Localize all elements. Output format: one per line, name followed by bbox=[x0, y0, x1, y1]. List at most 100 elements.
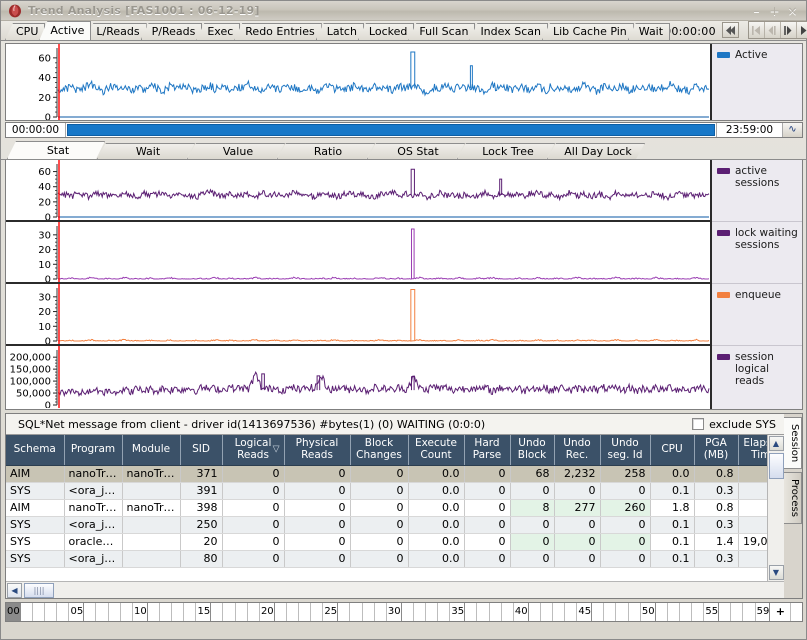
column-header-cpu[interactable]: CPU bbox=[650, 435, 695, 466]
ruler-minute-1[interactable] bbox=[21, 603, 33, 621]
detail-chart-plots[interactable]: 0 20 40 60 0 10 20 30 0 10 20 30 0 50,000 100,000 150,0… bbox=[6, 160, 710, 409]
ruler-minute-13[interactable] bbox=[172, 603, 185, 621]
ruler-minute-23[interactable] bbox=[299, 603, 312, 621]
ruler-minute-40[interactable]: 40 bbox=[514, 603, 529, 621]
ruler-minute-34[interactable] bbox=[438, 603, 451, 621]
time-range-bar[interactable]: 00:00:00 23:59:00 ∿ bbox=[5, 122, 803, 138]
ruler-minute-9[interactable] bbox=[121, 603, 133, 621]
ruler-minute-55[interactable]: 55 bbox=[704, 603, 720, 621]
ruler-minute-32[interactable] bbox=[414, 603, 427, 621]
ruler-minute-11[interactable] bbox=[148, 603, 160, 621]
ruler-minute-42[interactable] bbox=[541, 603, 553, 621]
metric-tab-redo-entries[interactable]: Redo Entries bbox=[234, 23, 322, 40]
ruler-minute-15[interactable]: 15 bbox=[196, 603, 212, 621]
column-header-preads[interactable]: Physical Reads bbox=[284, 435, 351, 466]
metric-tab-p-reads[interactable]: P/Reads bbox=[140, 23, 203, 40]
column-header-lreads[interactable]: Logical Reads ▽ bbox=[222, 435, 285, 466]
metric-tab-exec[interactable]: Exec bbox=[196, 23, 241, 40]
maximize-button[interactable]: + bbox=[769, 5, 780, 17]
ruler-minute-44[interactable] bbox=[565, 603, 578, 621]
vertical-scroll-thumb[interactable] bbox=[768, 453, 784, 479]
detail-tab-ratio[interactable]: Ratio bbox=[277, 143, 375, 159]
ruler-minute-26[interactable] bbox=[338, 603, 351, 621]
ruler-minute-22[interactable] bbox=[287, 603, 300, 621]
ruler-minute-37[interactable] bbox=[477, 603, 490, 621]
ruler-minute-43[interactable] bbox=[553, 603, 566, 621]
ruler-minute-0[interactable]: 00 bbox=[6, 603, 21, 621]
ruler-minute-7[interactable] bbox=[96, 603, 109, 621]
chart-lock-waiting-sessions[interactable]: 0 10 20 30 bbox=[6, 222, 710, 284]
metric-tab-locked[interactable]: Locked bbox=[357, 23, 415, 40]
column-header-sid[interactable]: SID bbox=[180, 435, 223, 466]
chart-session-logical-reads[interactable]: 0 50,000 100,000 150,000 200,000 bbox=[6, 346, 710, 408]
column-header-elapsed[interactable]: ElapsedTime bbox=[738, 435, 767, 466]
column-header-ublock[interactable]: Undo Block bbox=[510, 435, 555, 466]
ruler-minute-14[interactable] bbox=[184, 603, 197, 621]
column-header-useg[interactable]: Undo seg. Id bbox=[600, 435, 651, 466]
column-header-schema[interactable]: Schema bbox=[6, 435, 65, 466]
ruler-minute-49[interactable] bbox=[629, 603, 641, 621]
ruler-minute-27[interactable] bbox=[350, 603, 363, 621]
ruler-minute-28[interactable] bbox=[363, 603, 375, 621]
scroll-up-button[interactable]: ▲ bbox=[768, 436, 784, 451]
column-header-urec[interactable]: Undo Rec. bbox=[554, 435, 601, 466]
ruler-minute-31[interactable] bbox=[402, 603, 414, 621]
ruler-minute-8[interactable] bbox=[109, 603, 121, 621]
ruler-minute-54[interactable] bbox=[692, 603, 705, 621]
grid-horizontal-scrollbar[interactable]: ◀ |||| bbox=[6, 581, 784, 598]
ruler-minute-21[interactable] bbox=[275, 603, 287, 621]
column-header-program[interactable]: Program bbox=[64, 435, 123, 466]
detail-tab-os-stat[interactable]: OS Stat bbox=[367, 143, 465, 159]
exclude-sys-control[interactable]: exclude SYS bbox=[692, 418, 784, 431]
ruler-minute-16[interactable] bbox=[211, 603, 224, 621]
ruler-minute-12[interactable] bbox=[160, 603, 173, 621]
ruler-minute-29[interactable] bbox=[375, 603, 387, 621]
column-header-bchanges[interactable]: Block Changes bbox=[350, 435, 409, 466]
table-row[interactable]: SYS<ora_j…3910000.000000.10.329jobq slav… bbox=[6, 482, 767, 500]
ruler-minute-59[interactable]: 59 bbox=[756, 603, 771, 621]
ruler-minute-17[interactable] bbox=[223, 603, 236, 621]
metric-tab-full-scan[interactable]: Full Scan bbox=[408, 23, 476, 40]
last-button[interactable] bbox=[796, 22, 807, 38]
ruler-minute-47[interactable] bbox=[604, 603, 617, 621]
detail-tab-wait[interactable]: Wait bbox=[97, 143, 195, 159]
metric-tab-l-reads[interactable]: L/Reads bbox=[85, 23, 147, 40]
chart-active-sessions[interactable]: 0 20 40 60 bbox=[6, 160, 710, 222]
scroll-left-button[interactable]: ◀ bbox=[7, 582, 22, 598]
grid-vertical-scrollbar[interactable]: ▲ ▼ bbox=[767, 435, 784, 581]
ruler-minute-36[interactable] bbox=[465, 603, 478, 621]
ruler-minute-35[interactable]: 35 bbox=[450, 603, 466, 621]
table-row[interactable]: SYS<ora_j…2500000.000000.10.330jobq slav… bbox=[6, 516, 767, 534]
wave-toggle-button[interactable]: ∿ bbox=[782, 123, 802, 137]
side-tab-process[interactable]: Process bbox=[784, 472, 802, 525]
minimize-button[interactable]: – bbox=[751, 5, 762, 17]
table-row[interactable]: SYSoracle…200000.000000.11.419,05…rdbms … bbox=[6, 533, 767, 551]
table-row[interactable]: AIM nanoTr… nanoTr… 371 0 0 0 0.0 0 68 2,232 258 0.0… bbox=[6, 465, 767, 483]
ruler-minute-48[interactable] bbox=[616, 603, 629, 621]
chart-enqueue[interactable]: 0 10 20 30 bbox=[6, 284, 710, 346]
ruler-minute-57[interactable] bbox=[731, 603, 744, 621]
metric-tab-active[interactable]: Active bbox=[39, 21, 92, 40]
rewind-all-button[interactable] bbox=[721, 22, 739, 38]
column-header-module[interactable]: Module bbox=[122, 435, 181, 466]
time-range-track[interactable] bbox=[66, 123, 716, 137]
session-grid-viewport[interactable]: Schema Program Module SID Logical Reads ▽ Physi… bbox=[6, 435, 767, 581]
ruler-minute-20[interactable]: 20 bbox=[260, 603, 275, 621]
ruler-minute-52[interactable] bbox=[668, 603, 680, 621]
ruler-minute-4[interactable] bbox=[57, 603, 70, 621]
close-button[interactable]: × bbox=[787, 5, 798, 17]
metric-tab-latch[interactable]: Latch bbox=[315, 23, 364, 40]
ruler-minute-24[interactable] bbox=[311, 603, 324, 621]
detail-tab-stat[interactable]: Stat bbox=[7, 141, 105, 159]
next-button[interactable] bbox=[780, 22, 797, 38]
ruler-minute-3[interactable] bbox=[45, 603, 58, 621]
ruler-minute-46[interactable] bbox=[592, 603, 605, 621]
column-header-exec[interactable]: Execute Count bbox=[408, 435, 465, 466]
ruler-minute-10[interactable]: 10 bbox=[133, 603, 148, 621]
scroll-down-button[interactable]: ▼ bbox=[768, 565, 784, 580]
table-row[interactable]: SYS<ora_j…800000.000000.10.329jobq slave bbox=[6, 550, 767, 568]
ruler-minute-19[interactable] bbox=[248, 603, 260, 621]
ruler-minute-45[interactable]: 45 bbox=[577, 603, 593, 621]
ruler-minute-2[interactable] bbox=[33, 603, 46, 621]
ruler-minute-41[interactable] bbox=[529, 603, 541, 621]
